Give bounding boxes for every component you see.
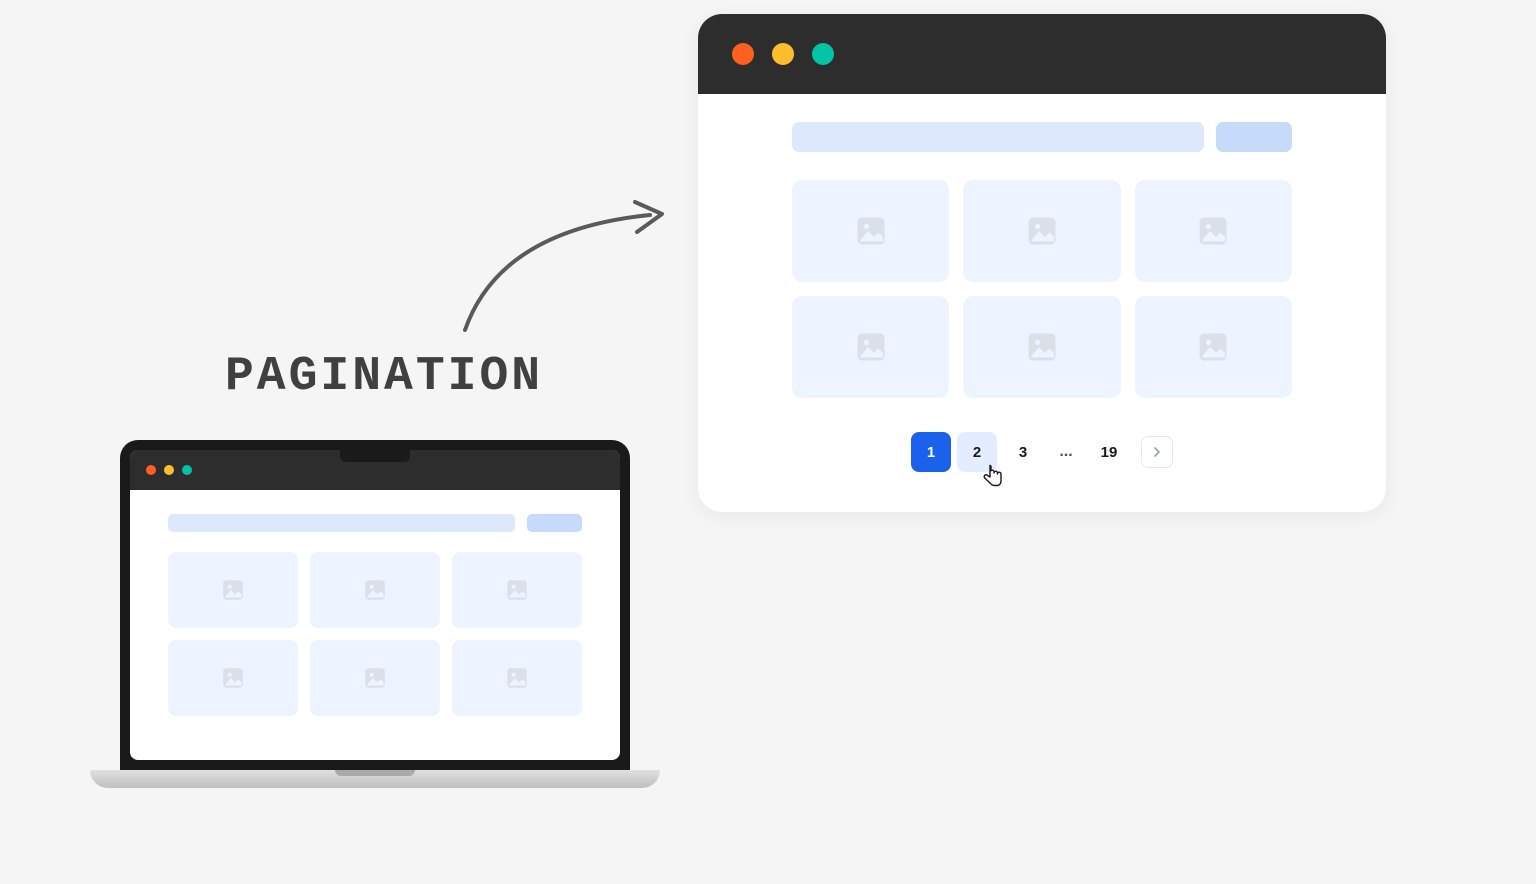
pagination: 1 2 3 ... 19 — [792, 432, 1292, 472]
small-card — [310, 640, 440, 716]
small-card — [168, 640, 298, 716]
content-card[interactable] — [792, 296, 949, 398]
image-placeholder-icon — [1024, 329, 1060, 365]
page-button-1[interactable]: 1 — [911, 432, 951, 472]
image-placeholder-icon — [220, 577, 246, 603]
traffic-light-close-icon — [732, 43, 754, 65]
image-placeholder-icon — [1195, 329, 1231, 365]
content-card[interactable] — [1135, 180, 1292, 282]
enlarged-window: 1 2 3 ... 19 — [698, 14, 1386, 512]
small-search-button-placeholder — [527, 514, 582, 532]
image-placeholder-icon — [853, 329, 889, 365]
content-card[interactable] — [1135, 296, 1292, 398]
laptop-base — [90, 770, 660, 788]
chevron-right-icon — [1153, 447, 1161, 457]
small-card — [452, 552, 582, 628]
page-button-3[interactable]: 3 — [1003, 432, 1043, 472]
large-window-titlebar — [698, 14, 1386, 94]
traffic-light-maximize-icon — [812, 43, 834, 65]
arrow-icon — [450, 190, 680, 340]
search-button-placeholder[interactable] — [1216, 122, 1292, 152]
card-grid — [792, 180, 1292, 398]
content-card[interactable] — [792, 180, 949, 282]
diagram-title: PAGINATION — [225, 350, 543, 404]
image-placeholder-icon — [504, 577, 530, 603]
image-placeholder-icon — [504, 665, 530, 691]
cursor-pointer-icon — [982, 464, 1004, 490]
page-button-last[interactable]: 19 — [1089, 432, 1129, 472]
image-placeholder-icon — [220, 665, 246, 691]
traffic-light-minimize-icon — [772, 43, 794, 65]
small-card — [310, 552, 440, 628]
search-bar-placeholder[interactable] — [792, 122, 1204, 152]
small-card — [452, 640, 582, 716]
image-placeholder-icon — [362, 577, 388, 603]
small-card-grid — [168, 552, 582, 716]
laptop-mockup — [90, 440, 660, 788]
content-card[interactable] — [963, 180, 1120, 282]
image-placeholder-icon — [853, 213, 889, 249]
small-card — [168, 552, 298, 628]
traffic-light-maximize-icon — [182, 465, 192, 475]
image-placeholder-icon — [1195, 213, 1231, 249]
page-ellipsis: ... — [1049, 443, 1083, 461]
traffic-light-minimize-icon — [164, 465, 174, 475]
small-search-bar-placeholder — [168, 514, 515, 532]
traffic-light-close-icon — [146, 465, 156, 475]
page-next-button[interactable] — [1141, 436, 1173, 468]
image-placeholder-icon — [362, 665, 388, 691]
content-card[interactable] — [963, 296, 1120, 398]
image-placeholder-icon — [1024, 213, 1060, 249]
